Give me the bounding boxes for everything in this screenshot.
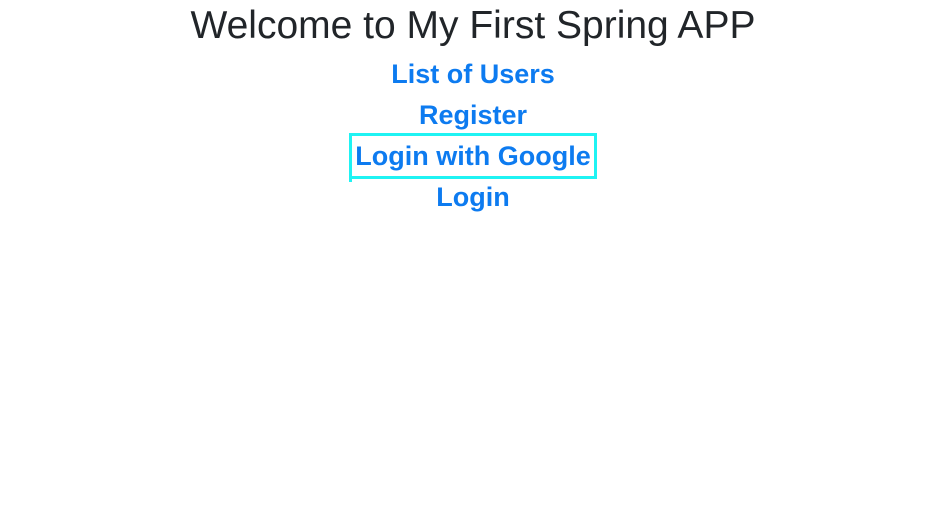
- list-of-users-link[interactable]: List of Users: [0, 56, 933, 92]
- login-link[interactable]: Login: [0, 179, 933, 215]
- register-link[interactable]: Register: [0, 97, 933, 133]
- highlight-box: [349, 133, 597, 182]
- page-title: Welcome to My First Spring APP: [190, 4, 756, 47]
